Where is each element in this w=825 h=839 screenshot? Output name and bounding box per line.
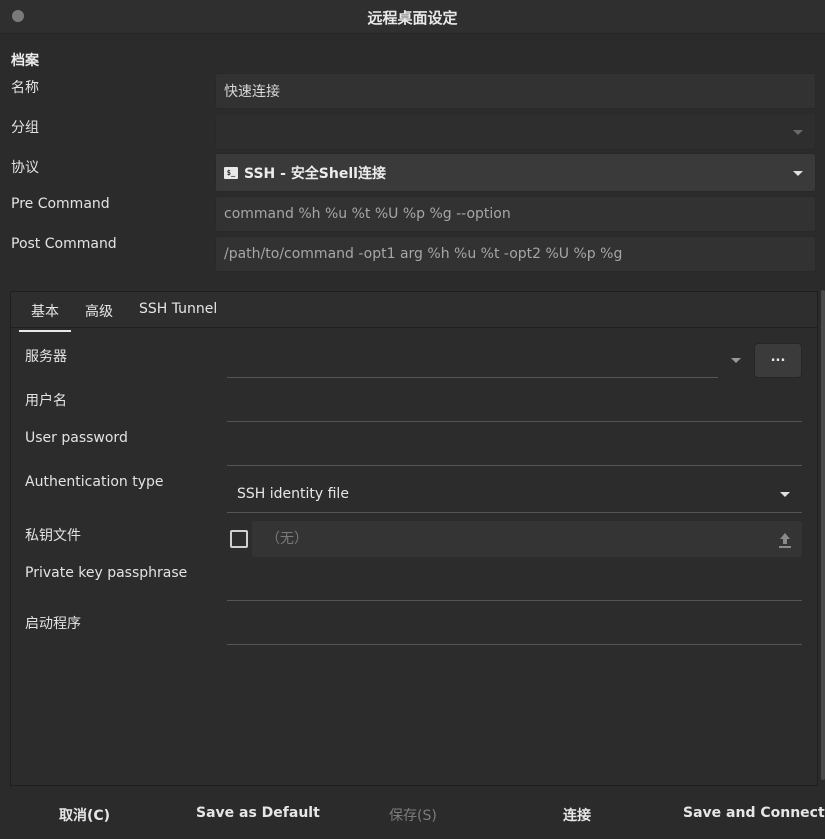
window-title: 远程桌面设定 <box>367 9 458 27</box>
post-command-label: Post Command <box>11 236 117 252</box>
passphrase-label: Private key passphrase <box>25 565 188 581</box>
tab-advanced[interactable]: 高级 <box>85 301 113 330</box>
tab-basic[interactable]: 基本 <box>19 301 71 332</box>
protocol-label: 协议 <box>11 160 39 176</box>
tab-bar: 基本 高级 SSH Tunnel <box>11 292 817 332</box>
title-bar: 远程桌面设定 <box>0 0 825 34</box>
password-input[interactable] <box>227 465 802 466</box>
save-button[interactable]: 保存(S) <box>389 805 437 825</box>
upload-icon <box>779 533 791 548</box>
chevron-down-icon <box>793 129 803 135</box>
auth-type-combo[interactable]: SSH identity file <box>227 476 802 513</box>
password-label: User password <box>25 430 128 446</box>
auth-type-value: SSH identity file <box>237 486 349 502</box>
terminal-icon: $_ <box>224 166 238 179</box>
remote-desktop-preferences-window: 远程桌面设定 档案 名称 快速连接 分组 协议 $_ SSH - 安全Shell… <box>0 0 825 839</box>
username-input[interactable] <box>227 421 802 422</box>
private-key-file-chooser[interactable]: （无） <box>252 521 802 557</box>
pre-command-input[interactable]: command %h %u %t %U %p %g --option <box>215 196 816 232</box>
connect-button[interactable]: 连接 <box>563 805 591 825</box>
name-label: 名称 <box>11 80 39 96</box>
startup-program-input[interactable] <box>227 644 802 645</box>
save-and-connect-button[interactable]: Save and Connect <box>683 805 825 821</box>
cancel-button[interactable]: 取消(C) <box>59 805 110 825</box>
protocol-combo[interactable]: $_ SSH - 安全Shell连接 <box>215 153 816 192</box>
username-label: 用户名 <box>25 393 67 409</box>
name-input[interactable]: 快速连接 <box>215 73 816 109</box>
startup-program-label: 启动程序 <box>25 616 81 632</box>
pre-command-label: Pre Command <box>11 196 110 212</box>
save-as-default-button[interactable]: Save as Default <box>196 805 320 821</box>
group-combo[interactable] <box>215 113 816 150</box>
chevron-down-icon <box>793 170 803 176</box>
private-key-value: （无） <box>266 531 308 547</box>
group-label: 分组 <box>11 120 39 136</box>
server-label: 服务器 <box>25 349 67 365</box>
scrollbar[interactable] <box>821 290 825 780</box>
server-input[interactable] <box>227 377 718 378</box>
server-browse-button[interactable]: ... <box>754 343 802 378</box>
chevron-down-icon <box>780 492 790 497</box>
passphrase-input[interactable] <box>227 600 802 601</box>
profile-heading: 档案 <box>11 53 39 69</box>
private-key-label: 私钥文件 <box>25 528 81 544</box>
protocol-value: SSH - 安全Shell连接 <box>244 165 386 182</box>
post-command-input[interactable]: /path/to/command -opt1 arg %h %u %t -opt… <box>215 236 816 272</box>
auth-type-label: Authentication type <box>25 474 164 490</box>
tab-ssh-tunnel[interactable]: SSH Tunnel <box>139 301 217 326</box>
server-dropdown-icon[interactable] <box>731 358 741 363</box>
private-key-checkbox[interactable] <box>230 530 248 548</box>
